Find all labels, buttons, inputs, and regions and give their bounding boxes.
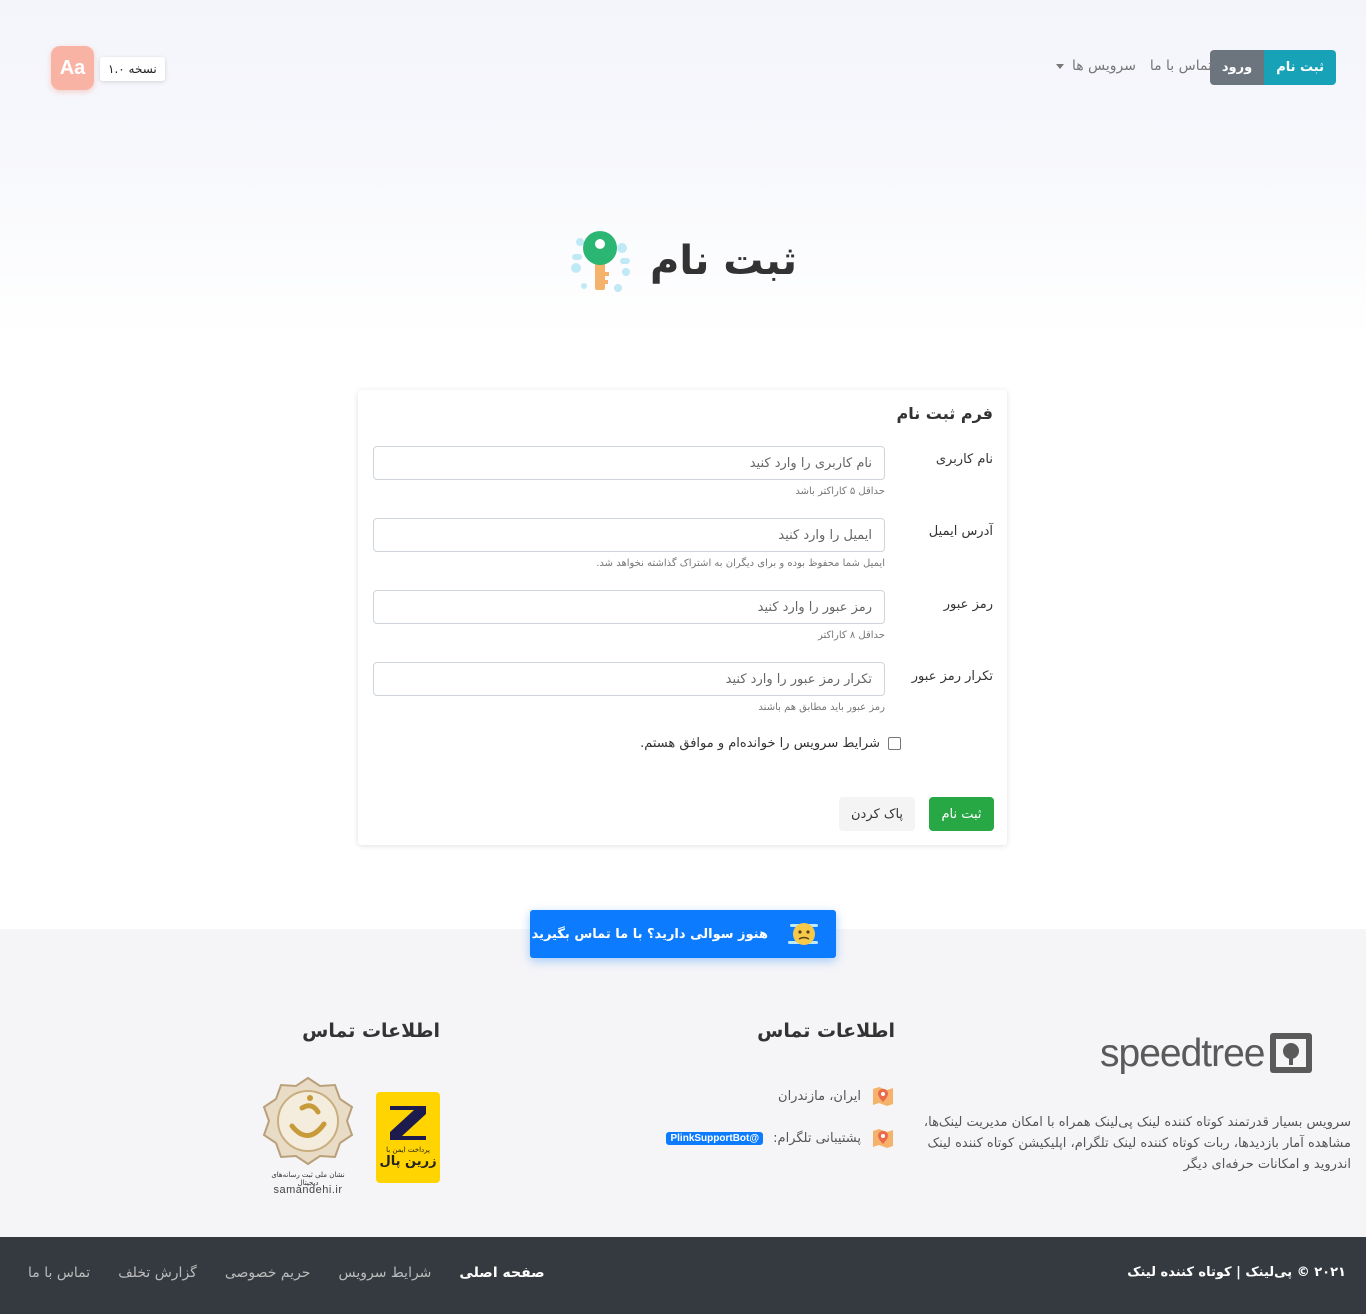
location-text: ایران، مازندران [778, 1088, 861, 1104]
telegram-handle-link[interactable]: @PlinkSupportBot [666, 1131, 764, 1145]
map-pin-icon [873, 1129, 893, 1148]
brand-logo: speedtree [1100, 1030, 1346, 1076]
key-icon [571, 231, 630, 292]
footer-link-privacy[interactable]: حریم خصوصی [225, 1265, 311, 1281]
zarinpal-badge[interactable]: پرداخت ایمن با زرین پال [376, 1092, 440, 1183]
username-label: نام کاربری [935, 452, 993, 467]
cta-label: هنوز سوالی دارید؟ با ما تماس بگیرید [531, 926, 768, 942]
version-badge: نسخه ۱.۰ [100, 57, 165, 81]
email-input[interactable] [373, 518, 885, 552]
terms-label: شرایط سرویس را خوانده‌ام و موافق هستم. [640, 736, 880, 751]
bottom-bar: ۲۰۲۱ © پی‌لینک | کوتاه کننده لینک تماس ب… [0, 1237, 1366, 1314]
footer-link-report[interactable]: گزارش تخلف [118, 1265, 197, 1281]
password-confirm-label: تکرار رمز عبور [911, 669, 993, 684]
auth-button-group: ورود ثبت نام [1209, 50, 1336, 85]
password-input[interactable] [373, 590, 885, 624]
font-size-toggle[interactable]: Aa [51, 46, 94, 90]
page-header: ثبت نام [570, 226, 800, 296]
form-title: فرم ثبت نام [896, 404, 993, 423]
nav-services-dropdown[interactable]: سرویس ها [1055, 58, 1136, 74]
username-hint: حداقل ۵ کاراکتر باشد [795, 486, 885, 497]
page-title: ثبت نام [650, 238, 797, 284]
terms-checkbox[interactable] [888, 737, 901, 750]
footer-link-terms[interactable]: شرایط سرویس [338, 1265, 431, 1281]
map-pin-icon [873, 1087, 893, 1106]
confused-face-icon [788, 923, 818, 945]
footer-section [0, 929, 1366, 1237]
login-button[interactable]: ورود [1209, 50, 1265, 85]
clear-button[interactable]: پاک کردن [839, 797, 915, 831]
password-label: رمز عبور [943, 597, 993, 612]
brand-wordmark: speedtree [1100, 1031, 1265, 1075]
badges-heading: اطلاعات تماس [302, 1020, 440, 1042]
samandehi-url: samandehi.ir [273, 1184, 343, 1196]
caret-down-icon [1055, 63, 1064, 69]
footer-link-contact[interactable]: تماس با ما [28, 1265, 90, 1281]
zarinpal-logo-icon [390, 1106, 426, 1140]
tree-logo-icon [1270, 1033, 1313, 1073]
contact-info-heading: اطلاعات تماس [757, 1020, 895, 1042]
password-confirm-input[interactable] [373, 662, 885, 696]
registration-form-card: فرم ثبت نام نام کاربری حداقل ۵ کاراکتر ب… [358, 390, 1007, 845]
nav-services-label: سرویس ها [1071, 58, 1136, 74]
telegram-label: پشتیبانی تلگرام: [773, 1130, 861, 1146]
submit-button[interactable]: ثبت نام [929, 797, 994, 831]
password-hint: حداقل ۸ کاراکتر [817, 630, 885, 641]
terms-row: شرایط سرویس را خوانده‌ام و موافق هستم. [640, 736, 901, 751]
footer-about-text: سرویس بسیار قدرتمند کوتاه کننده لینک پی‌… [923, 1115, 1351, 1172]
email-hint: ایمیل شما محفوظ بوده و برای دیگران به اش… [596, 558, 885, 569]
footer-link-home[interactable]: صفحه اصلی [459, 1265, 544, 1281]
email-label: آدرس ایمیل [928, 524, 993, 539]
footer-links: تماس با ما گزارش تخلف حریم خصوصی شرایط س… [28, 1265, 545, 1281]
copyright-text: ۲۰۲۱ © پی‌لینک | کوتاه کننده لینک [1127, 1265, 1346, 1280]
password-confirm-hint: رمز عبور باید مطابق هم باشند [758, 702, 885, 713]
contact-cta-button[interactable]: هنوز سوالی دارید؟ با ما تماس بگیرید [530, 910, 836, 958]
zarinpal-name: زرین پال [379, 1154, 437, 1169]
username-input[interactable] [373, 446, 885, 480]
zarinpal-tagline: پرداخت ایمن با [386, 1146, 430, 1154]
nav-contact-link[interactable]: تماس با ما [1150, 58, 1212, 74]
register-button[interactable]: ثبت نام [1264, 50, 1336, 85]
location-row: ایران، مازندران [778, 1084, 895, 1108]
telegram-row: پشتیبانی تلگرام: @PlinkSupportBot [666, 1126, 895, 1150]
